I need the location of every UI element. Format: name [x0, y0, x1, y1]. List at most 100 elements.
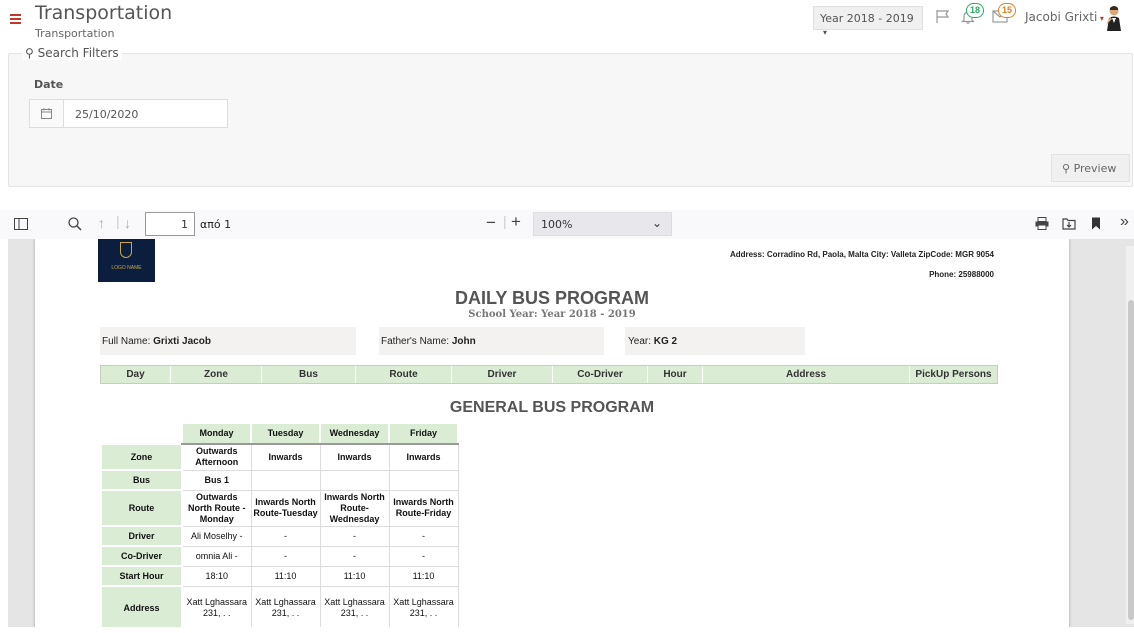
general-program-table: Monday Tuesday Wednesday Friday Zone Out…	[100, 422, 459, 627]
table-cell: Outwards North Route - Monday	[181, 489, 252, 527]
table-row: Driver Ali Moselhy - - - -	[100, 525, 459, 547]
row-label: Co-Driver	[100, 545, 183, 567]
flag-icon[interactable]	[935, 9, 951, 24]
previous-page-icon[interactable]: ↑	[98, 215, 105, 231]
next-page-icon[interactable]: ↓	[124, 215, 131, 231]
logo-text: LOGO NAME	[111, 265, 142, 271]
row-label: Start Hour	[100, 565, 183, 587]
preview-button[interactable]: ⚲ Preview	[1051, 154, 1130, 182]
table-cell: -	[250, 525, 321, 547]
date-field[interactable]: 25/10/2020	[29, 99, 228, 128]
caret-down-icon: ▾	[1097, 14, 1104, 23]
breadcrumb: Transportation	[35, 27, 115, 40]
table-cell: 11:10	[319, 565, 390, 587]
column-header: Address	[703, 366, 910, 383]
page-title: Transportation	[35, 2, 173, 24]
row-label: Address	[100, 585, 183, 627]
table-cell: Inwards North Route-Wednesday	[319, 489, 390, 527]
toolbar-separator: |	[116, 213, 120, 229]
table-cell	[388, 469, 459, 491]
page-number-input[interactable]: 1	[145, 212, 195, 236]
table-cell: Outwards Afternoon	[181, 443, 252, 471]
row-label: Route	[100, 489, 183, 527]
zoom-value: 100%	[541, 218, 573, 231]
print-icon[interactable]	[1035, 217, 1049, 230]
zoom-in-icon[interactable]: +	[511, 212, 521, 232]
messages-badge: 15	[998, 3, 1017, 18]
school-address: Address: Corradino Rd, Paola, Malta City…	[729, 250, 994, 259]
top-bar: Transportation Transportation Year 2018 …	[0, 0, 1134, 44]
school-phone: Phone: 25988000	[929, 270, 994, 279]
column-header: Hour	[648, 366, 703, 383]
toolbar-separator: |	[503, 213, 507, 229]
zoom-out-icon[interactable]: −	[486, 213, 496, 233]
table-cell: Inwards	[388, 443, 459, 471]
table-cell: Xatt Lghassara 231, . .	[250, 585, 321, 627]
search-filters-label: Search Filters	[37, 46, 119, 60]
crest-icon	[120, 242, 132, 258]
pdf-viewer[interactable]: LOGO NAME Address: Corradino Rd, Paola, …	[8, 239, 1134, 627]
table-row: Bus Bus 1	[100, 469, 459, 491]
search-icon[interactable]	[68, 217, 82, 231]
table-row: Zone Outwards Afternoon Inwards Inwards …	[100, 443, 459, 471]
date-label: Date	[34, 78, 64, 91]
preview-label: Preview	[1073, 162, 1117, 175]
year-box: Year: KG 2	[625, 327, 805, 355]
sidebar-toggle-icon[interactable]	[14, 218, 28, 230]
table-cell: Xatt Lghassara 231, . .	[181, 585, 252, 627]
table-row: Monday Tuesday Wednesday Friday	[101, 422, 459, 445]
column-header: Route	[356, 366, 452, 383]
day-header: Monday	[181, 422, 252, 445]
table-cell: Inwards	[319, 443, 390, 471]
notifications-badge: 18	[966, 3, 985, 18]
more-tools-icon[interactable]: »	[1120, 213, 1129, 231]
report-title: DAILY BUS PROGRAM	[454, 288, 650, 308]
table-cell: Inwards North Route-Tuesday	[250, 489, 321, 527]
search-icon: ⚲	[25, 46, 34, 60]
table-row: Route Outwards North Route - Monday Inwa…	[100, 489, 459, 527]
search-filters-legend[interactable]: ⚲ Search Filters	[22, 46, 122, 60]
user-menu[interactable]: Jacobi Grixti ▾	[1025, 10, 1104, 24]
table-cell: 18:10	[181, 565, 252, 587]
pdf-page: LOGO NAME Address: Corradino Rd, Paola, …	[35, 239, 1069, 627]
day-header: Friday	[388, 422, 459, 445]
column-header: Driver	[452, 366, 553, 383]
bookmark-icon[interactable]	[1091, 217, 1101, 230]
father-name-box: Father's Name: John	[379, 327, 604, 355]
calendar-icon[interactable]	[30, 100, 64, 127]
table-cell: Bus 1	[181, 469, 252, 491]
table-cell: Ali Moselhy -	[181, 525, 252, 547]
table-row: Start Hour 18:10 11:10 11:10 11:10	[100, 565, 459, 587]
column-header: Zone	[171, 366, 262, 383]
program-header-row: Day Zone Bus Route Driver Co-Driver Hour…	[100, 365, 998, 384]
full-name-box: Full Name: Grixti Jacob	[100, 327, 356, 355]
school-logo: LOGO NAME	[98, 239, 155, 282]
column-header: PickUp Persons	[915, 369, 992, 380]
general-program-title: GENERAL BUS PROGRAM	[449, 399, 655, 416]
table-cell: -	[319, 545, 390, 567]
table-cell: -	[319, 525, 390, 547]
table-cell: Xatt Lghassara 231, . .	[319, 585, 390, 627]
year-select-value: Year 2018 - 2019	[820, 12, 914, 25]
table-cell	[250, 469, 321, 491]
table-cell: Inwards North Route-Friday	[388, 489, 459, 527]
page-count: από 1	[200, 218, 232, 231]
row-label: Driver	[100, 525, 183, 547]
menu-icon[interactable]	[10, 14, 21, 24]
table-cell: -	[250, 545, 321, 567]
chevron-down-icon: ⌄	[651, 216, 662, 230]
day-header: Wednesday	[319, 422, 390, 445]
save-icon[interactable]	[1062, 216, 1076, 230]
caret-down-icon: ▾	[823, 28, 828, 37]
table-corner	[101, 423, 182, 444]
avatar[interactable]	[1104, 5, 1124, 31]
table-row: Co-Driver omnia Ali - - - -	[100, 545, 459, 567]
table-row: Address Xatt Lghassara 231, . . Xatt Lgh…	[100, 585, 459, 627]
zoom-select[interactable]: 100% ⌄	[533, 212, 672, 236]
scrollbar-thumb[interactable]	[1128, 300, 1134, 620]
table-cell: -	[388, 525, 459, 547]
year-select[interactable]: Year 2018 - 2019 ▾	[813, 6, 923, 37]
user-name: Jacobi Grixti	[1025, 10, 1098, 24]
date-value[interactable]: 25/10/2020	[64, 100, 149, 127]
table-cell: -	[388, 545, 459, 567]
